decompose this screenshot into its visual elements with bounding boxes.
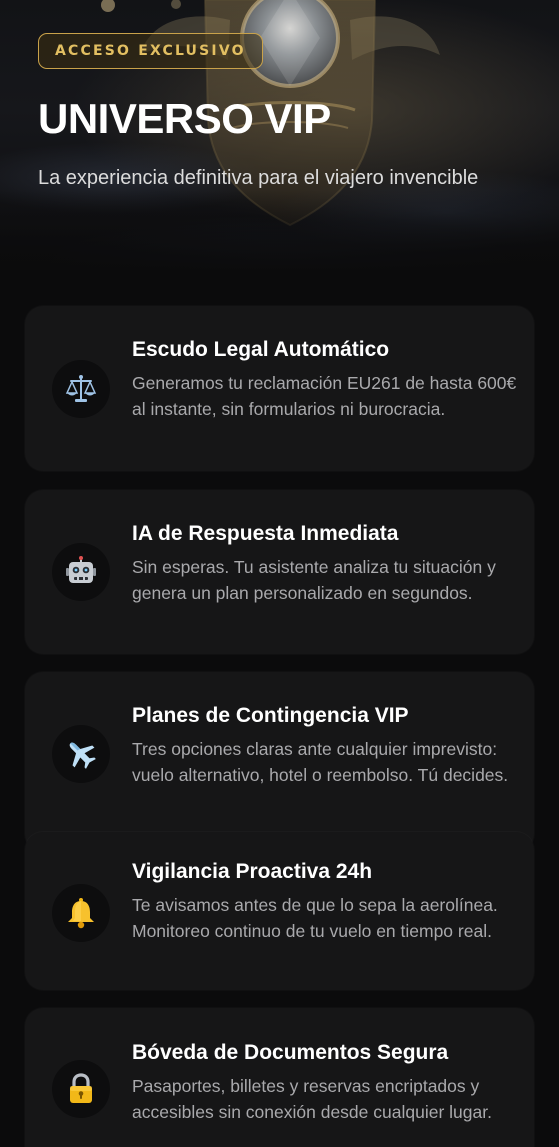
exclusive-access-badge: ACCESO EXCLUSIVO	[38, 33, 263, 69]
feature-description: Generamos tu reclamación EU261 de hasta …	[132, 373, 517, 419]
hero-fade	[0, 190, 559, 272]
feature-title: Bóveda de Documentos Segura	[132, 1041, 449, 1064]
robot-icon	[52, 543, 110, 601]
feature-title: Escudo Legal Automático	[132, 338, 390, 361]
scales-icon	[52, 360, 110, 418]
feature-description: Pasaportes, billetes y reservas encripta…	[132, 1076, 492, 1122]
airplane-icon	[52, 725, 110, 783]
bell-icon	[52, 884, 110, 942]
feature-description: Sin esperas. Tu asistente analiza tu sit…	[132, 557, 496, 603]
feature-description: Te avisamos antes de que lo sepa la aero…	[132, 895, 498, 941]
feature-card-proactive-monitoring[interactable]: Vigilancia Proactiva 24h Te avisamos ant…	[25, 832, 534, 990]
feature-card-legal-shield[interactable]: Escudo Legal Automático Generamos tu rec…	[25, 306, 534, 471]
feature-title: Vigilancia Proactiva 24h	[132, 860, 373, 883]
feature-card-document-vault[interactable]: Bóveda de Documentos Segura Pasaportes, …	[25, 1008, 534, 1147]
feature-card-contingency-plans[interactable]: Planes de Contingencia VIP Tres opciones…	[25, 672, 534, 852]
feature-description: Tres opciones claras ante cualquier impr…	[132, 739, 509, 785]
hero-banner: ACCESO EXCLUSIVO UNIVERSO VIP La experie…	[0, 0, 559, 272]
lock-icon	[52, 1060, 110, 1118]
page-title: UNIVERSO VIP	[38, 95, 331, 142]
feature-title: Planes de Contingencia VIP	[132, 704, 409, 727]
vip-page: ACCESO EXCLUSIVO UNIVERSO VIP La experie…	[0, 0, 559, 1147]
feature-card-ai-response[interactable]: IA de Respuesta Inmediata Sin esperas. T…	[25, 490, 534, 654]
page-subtitle: La experiencia definitiva para el viajer…	[38, 167, 479, 189]
feature-title: IA de Respuesta Inmediata	[132, 522, 399, 545]
